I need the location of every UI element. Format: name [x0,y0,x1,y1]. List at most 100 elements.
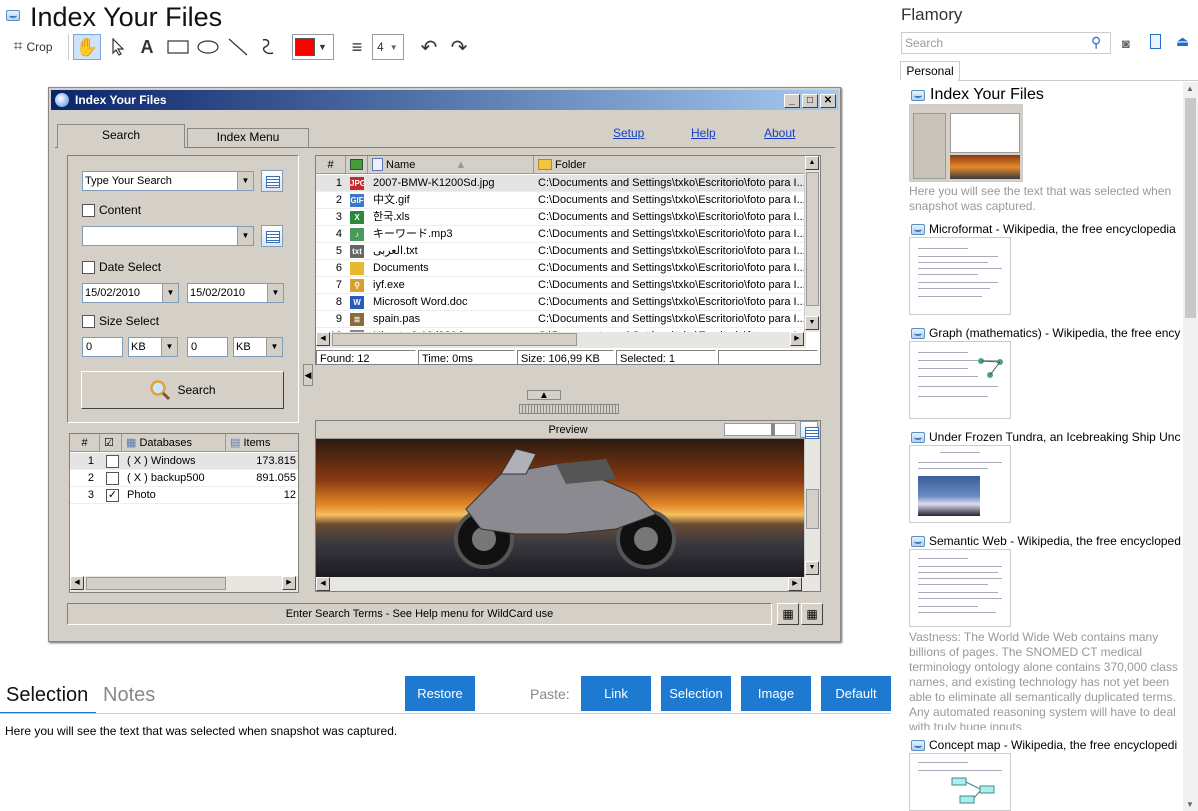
undo-button[interactable]: ↶ [416,34,442,60]
tab-notes[interactable]: Notes [103,684,155,707]
date-from-picker[interactable]: 15/02/2010 ▼ [82,283,179,303]
rectangle-tool-button[interactable] [166,34,190,60]
library-item-title[interactable]: Index Your Files [930,86,1180,104]
date-select-checkbox[interactable] [82,261,95,274]
scroll-thumb[interactable] [806,172,819,306]
help-link[interactable]: Help [691,126,716,140]
line-style-button[interactable]: ≡ [344,34,370,60]
paste-image-button[interactable]: Image [741,676,811,711]
list-item[interactable]: 1 ( X ) Windows 173.815 [70,453,298,470]
layout-button-2[interactable]: ▦ [801,603,823,625]
scroll-left-icon[interactable]: ◀ [316,332,330,346]
db-header-check[interactable]: ☑ [100,434,122,452]
pointer-tool-button[interactable] [106,34,130,60]
size-to-input[interactable]: 0 [187,337,228,357]
zoom-slider-thumb[interactable] [771,423,775,436]
camera-icon[interactable]: ◙ [1122,36,1130,51]
table-row[interactable]: 7 ⚲ iyf.exe C:\Documents and Settings\txko\… [316,277,806,294]
pen-tool-button[interactable] [256,34,280,60]
table-row[interactable]: 5 txt العربی.txt C:\Documents and Settings\… [316,243,806,260]
splitter-up-button[interactable]: ▲ [527,390,561,401]
db-header-items[interactable]: ▤ Items [226,434,298,452]
library-item-thumbnail[interactable] [909,104,1023,182]
setup-link[interactable]: Setup [613,126,644,140]
column-header-type[interactable] [346,156,368,174]
scroll-thumb[interactable] [86,577,226,590]
document-icon[interactable] [1150,34,1161,49]
tab-personal[interactable]: Personal [900,61,960,81]
db-horizontal-scrollbar[interactable]: ◀ ▶ [70,576,298,592]
library-item-thumbnail[interactable] [909,753,1011,811]
size-from-input[interactable]: 0 [82,337,123,357]
scroll-down-icon[interactable]: ▼ [805,561,819,575]
ellipse-tool-button[interactable] [196,34,220,60]
db-header-num[interactable]: # [70,434,100,452]
paste-selection-button[interactable]: Selection [661,676,731,711]
column-header-num[interactable]: # [316,156,346,174]
column-header-name[interactable]: Name ▲ [368,156,534,174]
line-tool-button[interactable] [226,34,250,60]
size-from-unit[interactable]: KB ▼ [128,337,178,357]
search-input[interactable]: Type Your Search ▼ [82,171,254,191]
size-to-unit[interactable]: KB ▼ [233,337,283,357]
library-item-title[interactable]: Semantic Web - Wikipedia, the free encyc… [929,534,1181,548]
db-checkbox[interactable] [106,472,119,485]
crop-button[interactable]: ⌗ Crop [6,34,60,60]
library-search-input[interactable]: Search [901,32,1111,54]
text-tool-button[interactable]: A [136,34,158,60]
table-row[interactable]: 8 W Microsoft Word.doc C:\Documents and Set… [316,294,806,311]
scroll-right-icon[interactable]: ▶ [790,332,804,346]
restore-button[interactable]: Restore [405,676,475,711]
library-item-thumbnail[interactable] [909,237,1011,315]
date-to-picker[interactable]: 15/02/2010 ▼ [187,283,284,303]
search-button[interactable]: Search [81,371,284,409]
zoom-slider[interactable] [724,423,796,436]
collapse-left-button[interactable]: ◀ [303,364,313,386]
scroll-left-icon[interactable]: ◀ [316,577,330,591]
table-row[interactable]: 6 Documents C:\Documents and Settings\txko… [316,260,806,277]
column-header-folder[interactable]: Folder [534,156,806,174]
library-item-title[interactable]: Graph (mathematics) - Wikipedia, the fre… [929,326,1181,340]
tab-index-menu[interactable]: Index Menu [187,128,309,147]
table-row[interactable]: 1 JPG 2007-BMW-K1200Sd.jpg C:\Documents and… [316,175,806,192]
splitter-handle[interactable] [519,404,619,414]
preview-options-button[interactable] [800,421,819,439]
tab-search[interactable]: Search [57,124,185,148]
library-item-thumbnail[interactable] [909,445,1011,523]
scroll-up-icon[interactable]: ▲ [805,156,819,170]
library-item-thumbnail[interactable] [909,341,1011,419]
results-horizontal-scrollbar[interactable]: ◀ ▶ [316,332,806,348]
list-item[interactable]: 3 ✓ Photo 12 [70,487,298,504]
library-item-thumbnail[interactable] [909,549,1011,627]
scroll-thumb[interactable] [332,333,577,346]
size-select-checkbox[interactable] [82,315,95,328]
list-item[interactable]: 2 ( X ) backup500 891.055 [70,470,298,487]
table-row[interactable]: 2 GIF 中文.gif C:\Documents and Settings\txko… [316,192,806,209]
content-checkbox[interactable] [82,204,95,217]
scroll-down-icon[interactable]: ▼ [1186,800,1194,809]
table-row[interactable]: 4 ♪ キーワード.mp3 C:\Documents and Settings\txk… [316,226,806,243]
search-options-button[interactable] [261,170,283,192]
library-scroll-thumb[interactable] [1185,98,1196,318]
color-picker[interactable]: ▼ [292,34,334,60]
preview-horizontal-scrollbar[interactable]: ◀ ▶ [316,577,820,591]
content-options-button[interactable] [261,225,283,247]
about-link[interactable]: About [764,126,795,140]
scroll-up-icon[interactable]: ▲ [1186,84,1194,93]
hand-tool-button[interactable]: ✋ [73,34,101,60]
scroll-down-icon[interactable]: ▼ [805,316,819,330]
content-input[interactable]: ▼ [82,226,254,246]
scroll-thumb[interactable] [806,489,819,529]
scroll-right-icon[interactable]: ▶ [282,576,296,590]
layout-button-1[interactable]: ▦ [777,603,799,625]
table-row[interactable]: 9 ≣ spain.pas C:\Documents and Settings\txk… [316,311,806,328]
results-vertical-scrollbar[interactable]: ▲ ▼ [804,156,820,332]
table-row[interactable]: 3 X 한국.xls C:\Documents and Settings\txko\E… [316,209,806,226]
library-item-title[interactable]: Microformat - Wikipedia, the free encycl… [929,222,1181,236]
db-header-databases[interactable]: ▦ Databases [122,434,226,452]
collapse-top-icon[interactable]: ⏏ [1176,33,1189,50]
scroll-left-icon[interactable]: ◀ [70,576,84,590]
library-item-title[interactable]: Concept map - Wikipedia, the free encycl… [929,738,1181,752]
line-width-select[interactable]: 4 ▼ [372,34,404,60]
preview-vertical-scrollbar[interactable]: ▼ [804,439,820,577]
